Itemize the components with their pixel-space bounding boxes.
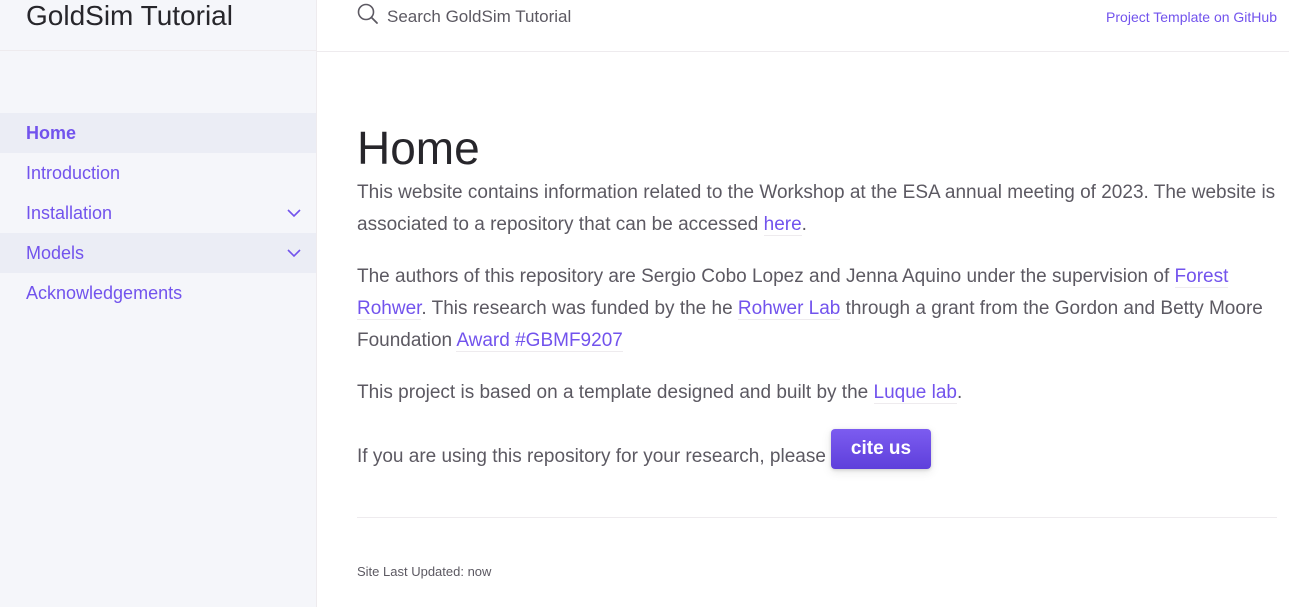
template-paragraph: This project is based on a template desi… xyxy=(357,377,1277,409)
main-content: Home This website contains information r… xyxy=(357,52,1277,579)
sidebar-item-introduction[interactable]: Introduction xyxy=(0,153,316,193)
footer-divider xyxy=(357,517,1277,519)
sidebar-item-label: Introduction xyxy=(26,162,121,183)
sidebar-item-acknowledgements[interactable]: Acknowledgements xyxy=(0,273,316,313)
cite-paragraph: If you are using this repository for you… xyxy=(357,429,1277,471)
cite-us-button[interactable]: cite us xyxy=(830,429,932,470)
top-bar: Project Template on GitHub xyxy=(317,0,1289,52)
sidebar-item-label: Acknowledgements xyxy=(26,282,183,303)
sidebar-item-installation[interactable]: Installation xyxy=(0,193,316,233)
site-footer: Site Last Updated: now xyxy=(357,564,492,580)
authors-paragraph: The authors of this repository are Sergi… xyxy=(357,261,1277,357)
github-link[interactable]: Project Template on GitHub xyxy=(1106,9,1277,25)
site-header: GoldSim Tutorial xyxy=(0,0,316,51)
site-title[interactable]: GoldSim Tutorial xyxy=(26,2,233,30)
search-bar[interactable] xyxy=(357,3,787,30)
page-title: Home xyxy=(357,122,480,174)
sidebar-item-label: Home xyxy=(26,122,77,143)
sidebar-item-home[interactable]: Home xyxy=(0,113,316,153)
chevron-down-icon[interactable] xyxy=(286,205,302,221)
paragraph-text: The authors of this repository are Sergi… xyxy=(357,266,1175,288)
paragraph-text: . xyxy=(956,382,963,404)
paragraph-text: This website contains information relate… xyxy=(357,182,1276,236)
rohwer-lab-link[interactable]: Rohwer Lab xyxy=(737,298,841,321)
intro-paragraph: This website contains information relate… xyxy=(357,177,1277,241)
sidebar-item-label: Models xyxy=(26,242,85,263)
paragraph-text: . xyxy=(801,214,807,236)
sidebar-item-models[interactable]: Models xyxy=(0,233,316,273)
luque-lab-link[interactable]: Luque lab xyxy=(873,382,957,405)
paragraph-text: . This research was funded by the he xyxy=(421,298,738,320)
sidebar: GoldSim Tutorial Home Introduction Insta… xyxy=(0,0,317,607)
sidebar-item-label: Installation xyxy=(26,202,113,223)
chevron-down-icon[interactable] xyxy=(286,245,302,261)
search-icon xyxy=(357,3,379,30)
repository-link[interactable]: here xyxy=(763,214,802,237)
paragraph-text: If you are using this repository for you… xyxy=(357,446,826,468)
sidebar-nav: Home Introduction Installation Models Ac… xyxy=(0,113,316,313)
award-link[interactable]: Award #GBMF9207 xyxy=(456,330,623,353)
search-input[interactable] xyxy=(387,6,787,27)
paragraph-text: This project is based on a template desi… xyxy=(357,382,874,404)
